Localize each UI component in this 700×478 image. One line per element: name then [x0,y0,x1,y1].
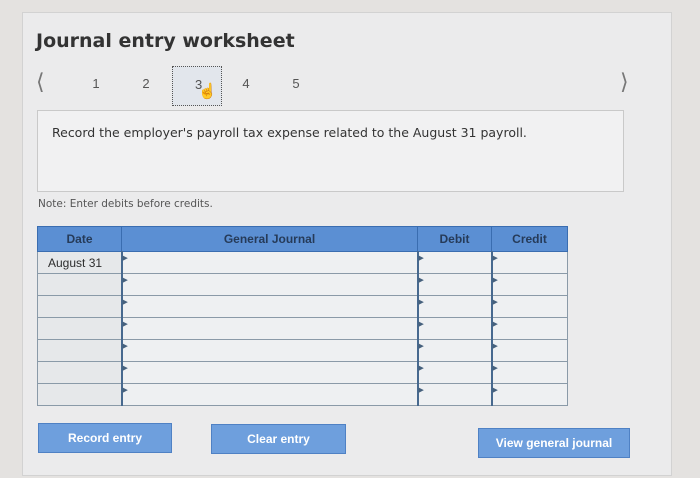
cell-marker-icon: ▶ [122,343,128,350]
debit-input[interactable]: ▶ [416,361,492,384]
credit-input[interactable]: ▶ [490,317,568,340]
step-4[interactable]: 4 [234,76,258,91]
cell-marker-icon: ▶ [492,277,498,284]
cell-marker-icon: ▶ [418,387,424,394]
cell-marker-icon: ▶ [418,277,424,284]
chevron-left-icon[interactable]: ⟨ [36,70,45,95]
cell-marker-icon: ▶ [492,321,498,328]
journal-row: ▶ ▶ ▶ [37,295,568,318]
date-header: Date [37,226,122,252]
question-text: Record the employer's payroll tax expens… [52,125,527,140]
debit-input[interactable]: ▶ [416,317,492,340]
cell-marker-icon: ▶ [418,365,424,372]
cell-marker-icon: ▶ [418,343,424,350]
step-1[interactable]: 1 [84,76,108,91]
cell-marker-icon: ▶ [492,343,498,350]
credit-input[interactable]: ▶ [490,273,568,296]
date-cell[interactable] [37,383,122,406]
question-box: Record the employer's payroll tax expens… [37,110,624,192]
debit-input[interactable]: ▶ [416,273,492,296]
credit-input[interactable]: ▶ [490,251,568,274]
account-input[interactable]: ▶ [120,251,418,274]
credit-header: Credit [491,226,568,252]
date-cell[interactable] [37,295,122,318]
cell-marker-icon: ▶ [122,387,128,394]
debit-input[interactable]: ▶ [416,383,492,406]
journal-row: August 31 ▶ ▶ ▶ [37,251,568,274]
journal-row: ▶ ▶ ▶ [37,361,568,384]
cell-marker-icon: ▶ [122,321,128,328]
date-cell[interactable] [37,273,122,296]
note-text: Note: Enter debits before credits. [38,198,213,210]
view-general-journal-button[interactable]: View general journal [478,428,630,458]
step-2[interactable]: 2 [134,76,158,91]
hand-cursor-icon: ☝ [198,83,217,100]
credit-input[interactable]: ▶ [490,339,568,362]
cell-marker-icon: ▶ [492,365,498,372]
journal-table: Date General Journal Debit Credit August… [37,226,568,406]
debit-input[interactable]: ▶ [416,295,492,318]
journal-row: ▶ ▶ ▶ [37,273,568,296]
journal-row: ▶ ▶ ▶ [37,317,568,340]
cell-marker-icon: ▶ [122,299,128,306]
cell-marker-icon: ▶ [122,255,128,262]
cell-marker-icon: ▶ [418,255,424,262]
account-input[interactable]: ▶ [120,295,418,318]
credit-input[interactable]: ▶ [490,383,568,406]
journal-row: ▶ ▶ ▶ [37,339,568,362]
clear-entry-button[interactable]: Clear entry [211,424,346,454]
credit-input[interactable]: ▶ [490,295,568,318]
cell-marker-icon: ▶ [122,277,128,284]
date-cell[interactable] [37,317,122,340]
account-input[interactable]: ▶ [120,317,418,340]
general-journal-header: General Journal [121,226,418,252]
cell-marker-icon: ▶ [492,255,498,262]
cell-marker-icon: ▶ [492,299,498,306]
cell-marker-icon: ▶ [418,299,424,306]
account-input[interactable]: ▶ [120,383,418,406]
debit-input[interactable]: ▶ [416,251,492,274]
account-input[interactable]: ▶ [120,339,418,362]
chevron-right-icon[interactable]: ⟩ [620,70,629,95]
date-cell[interactable] [37,361,122,384]
debit-input[interactable]: ▶ [416,339,492,362]
date-cell[interactable] [37,339,122,362]
page-title: Journal entry worksheet [36,30,295,52]
cell-marker-icon: ▶ [492,387,498,394]
account-input[interactable]: ▶ [120,273,418,296]
debit-header: Debit [417,226,492,252]
journal-header-row: Date General Journal Debit Credit [37,226,568,252]
cell-marker-icon: ▶ [418,321,424,328]
record-entry-button[interactable]: Record entry [38,423,172,453]
credit-input[interactable]: ▶ [490,361,568,384]
step-5[interactable]: 5 [284,76,308,91]
journal-row: ▶ ▶ ▶ [37,383,568,406]
date-cell: August 31 [37,251,122,274]
cell-marker-icon: ▶ [122,365,128,372]
account-input[interactable]: ▶ [120,361,418,384]
